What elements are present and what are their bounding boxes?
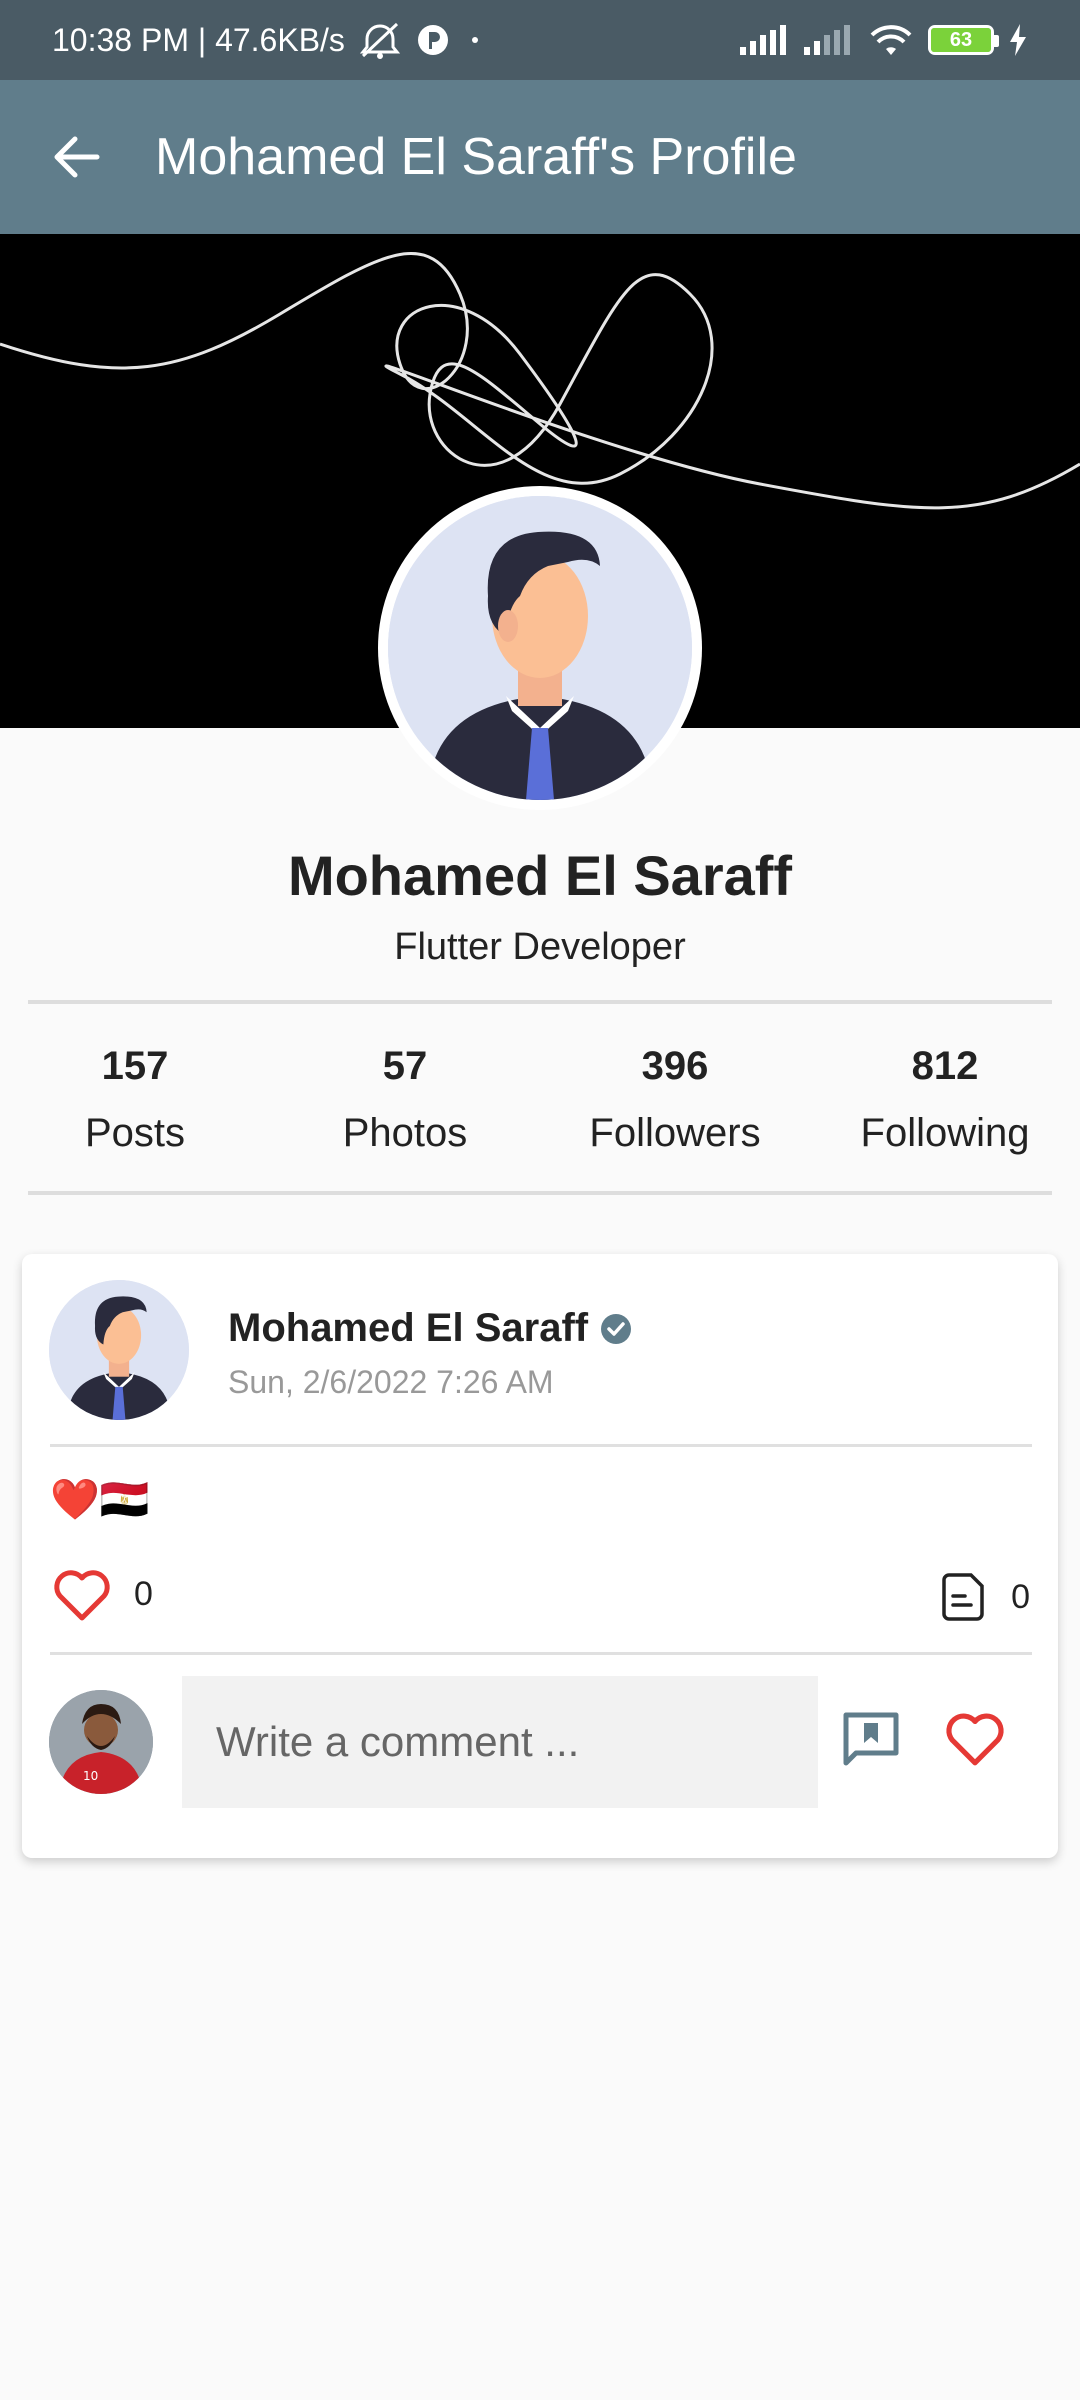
stat-label: Following <box>860 1111 1030 1155</box>
signal-icon-2 <box>804 25 854 55</box>
comment-input[interactable] <box>182 1676 818 1808</box>
like-count: 0 <box>134 1574 153 1613</box>
divider <box>28 1191 1052 1195</box>
wifi-icon <box>868 23 914 57</box>
stat-following[interactable]: 812 Following <box>810 1044 1080 1156</box>
stat-label: Posts <box>84 1111 186 1155</box>
like-button[interactable]: 0 <box>52 1566 153 1622</box>
current-user-avatar: 10 <box>49 1690 153 1794</box>
post-content: ❤️🇪🇬 <box>50 1478 150 1522</box>
profile-avatar[interactable] <box>378 486 702 810</box>
stat-value: 157 <box>101 1044 169 1088</box>
page-title: Mohamed El Saraff's Profile <box>155 128 797 186</box>
stat-value: 396 <box>641 1044 709 1088</box>
post-card: Mohamed El Saraff Sun, 2/6/2022 7:26 AM … <box>22 1254 1058 1858</box>
comments-button[interactable]: 0 <box>941 1572 1030 1622</box>
alarm-off-icon <box>359 20 401 60</box>
post-author[interactable]: Mohamed El Saraff <box>228 1306 632 1351</box>
app-bar: Mohamed El Saraff's Profile <box>0 80 1080 234</box>
status-time-speed: 10:38 PM | 47.6KB/s <box>52 21 345 58</box>
divider <box>28 1000 1052 1004</box>
heart-outline-icon <box>946 1713 1004 1766</box>
profile-role: Flutter Developer <box>394 926 686 968</box>
status-bar: 10:38 PM | 47.6KB/s 63 <box>0 0 1080 80</box>
stat-value: 57 <box>382 1044 428 1088</box>
svg-text:10: 10 <box>83 1769 98 1783</box>
divider <box>50 1444 1032 1447</box>
post-author-name: Mohamed El Saraff <box>228 1306 589 1350</box>
stat-label: Photos <box>342 1111 468 1155</box>
stat-posts[interactable]: 157 Posts <box>0 1044 270 1156</box>
battery-level: 63 <box>931 28 991 52</box>
comment-doc-icon <box>942 1573 984 1621</box>
vpn-icon <box>415 22 451 58</box>
dot-icon <box>465 30 485 50</box>
post-author-avatar[interactable] <box>49 1280 189 1420</box>
comment-count: 0 <box>1011 1577 1030 1616</box>
stat-label: Followers <box>589 1111 761 1155</box>
post-date: Sun, 2/6/2022 7:26 AM <box>228 1364 554 1400</box>
profile-name: Mohamed El Saraff <box>287 844 793 907</box>
stat-followers[interactable]: 396 Followers <box>540 1044 810 1156</box>
arrow-back-icon <box>54 136 100 178</box>
profile-stats: 157 Posts 57 Photos 396 Followers 812 Fo… <box>0 1044 1080 1156</box>
comment-bubble-icon <box>843 1712 899 1766</box>
stat-photos[interactable]: 57 Photos <box>270 1044 540 1156</box>
stat-value: 812 <box>911 1044 979 1088</box>
verified-icon <box>601 1313 632 1344</box>
heart-outline-icon <box>54 1570 110 1621</box>
signal-icon-1 <box>740 25 790 55</box>
back-button[interactable] <box>0 80 150 234</box>
divider <box>50 1652 1032 1655</box>
send-comment-button[interactable] <box>840 1709 902 1776</box>
quick-like-button[interactable] <box>944 1709 1006 1772</box>
battery-icon: 63 <box>928 25 999 55</box>
charging-icon <box>1008 24 1028 56</box>
